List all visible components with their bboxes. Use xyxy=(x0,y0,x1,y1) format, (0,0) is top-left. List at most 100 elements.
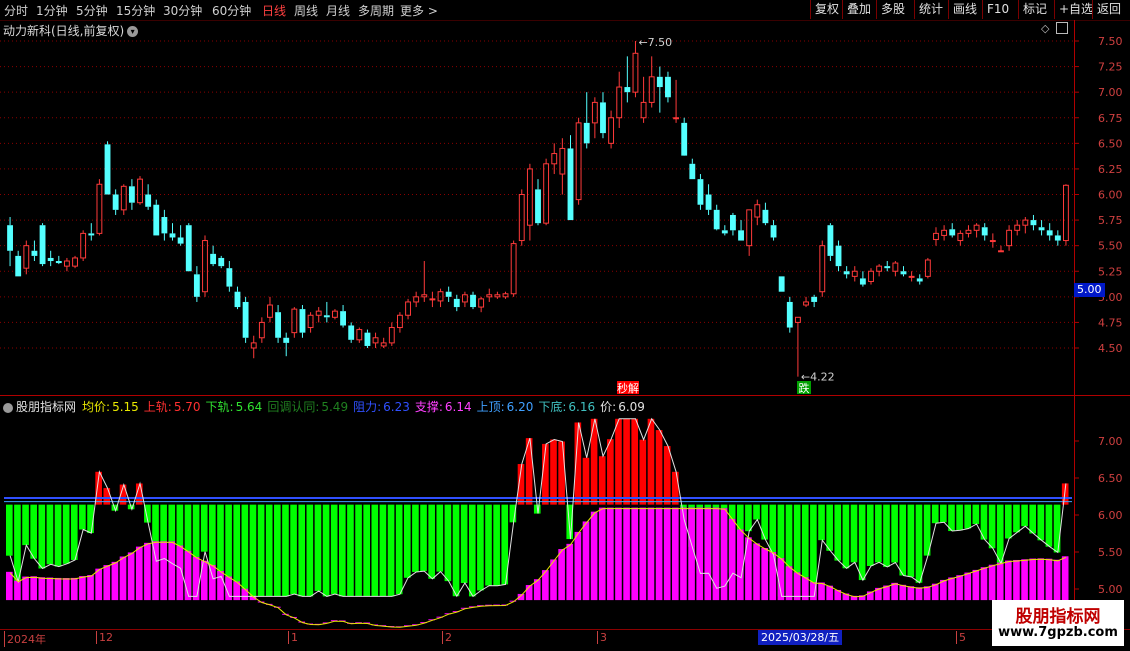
candle[interactable] xyxy=(63,257,70,272)
candle[interactable] xyxy=(267,296,273,323)
add-watchlist-button[interactable]: +自选 xyxy=(1054,0,1097,19)
candle[interactable] xyxy=(47,250,54,267)
timeframe-tab-2[interactable]: 5分钟 xyxy=(76,2,108,19)
candle[interactable] xyxy=(567,135,574,221)
candle[interactable] xyxy=(551,143,558,175)
candle[interactable] xyxy=(112,189,119,215)
candle[interactable] xyxy=(559,138,566,195)
candle[interactable] xyxy=(957,230,964,246)
candle[interactable] xyxy=(429,291,436,308)
candle[interactable] xyxy=(933,227,939,246)
candle[interactable] xyxy=(453,294,460,312)
candle[interactable] xyxy=(234,286,241,310)
candle[interactable] xyxy=(876,264,883,277)
candle[interactable] xyxy=(153,199,160,236)
candle[interactable] xyxy=(128,179,135,210)
candle[interactable] xyxy=(104,141,111,195)
restore-rights-button[interactable]: 复权 xyxy=(810,0,843,19)
candle[interactable] xyxy=(900,266,907,277)
candle[interactable] xyxy=(608,110,615,149)
candle[interactable] xyxy=(421,261,428,302)
candle[interactable] xyxy=(640,76,647,123)
candle[interactable] xyxy=(632,41,639,98)
candle[interactable] xyxy=(210,245,217,267)
timeframe-tab-6[interactable]: 日线 xyxy=(262,2,286,19)
candle[interactable] xyxy=(705,184,712,215)
candle[interactable] xyxy=(843,266,850,279)
candle[interactable] xyxy=(372,332,379,348)
candle[interactable] xyxy=(697,174,704,210)
candle[interactable] xyxy=(1054,230,1061,246)
diamond-icon[interactable]: ◇ xyxy=(1041,22,1049,35)
candle[interactable] xyxy=(1063,184,1069,246)
draw-line-button[interactable]: 画线 xyxy=(948,0,981,19)
candle[interactable] xyxy=(989,233,996,248)
candle[interactable] xyxy=(981,223,988,241)
candle[interactable] xyxy=(356,327,363,343)
candle[interactable] xyxy=(803,296,809,308)
candle[interactable] xyxy=(39,223,46,267)
candle[interactable] xyxy=(193,266,200,302)
candle[interactable] xyxy=(892,261,899,277)
candle[interactable] xyxy=(177,225,184,246)
candle[interactable] xyxy=(908,271,915,282)
candle[interactable] xyxy=(583,92,590,149)
candle[interactable] xyxy=(502,291,509,299)
timeframe-tab-4[interactable]: 30分钟 xyxy=(163,2,202,19)
overlay-button[interactable]: 叠加 xyxy=(842,0,875,19)
candle[interactable] xyxy=(1022,217,1029,234)
candle[interactable] xyxy=(859,271,866,287)
candle[interactable] xyxy=(510,240,517,297)
candle[interactable] xyxy=(23,240,30,275)
candle[interactable] xyxy=(526,163,533,241)
candle[interactable] xyxy=(478,296,485,313)
candle[interactable] xyxy=(600,92,606,139)
mark-button[interactable]: 标记 xyxy=(1018,0,1051,19)
candle[interactable] xyxy=(461,291,468,308)
candle[interactable] xyxy=(55,255,62,265)
candle[interactable] xyxy=(437,288,444,308)
candle[interactable] xyxy=(738,220,744,241)
candle[interactable] xyxy=(299,305,306,338)
candle[interactable] xyxy=(226,261,233,292)
candle[interactable] xyxy=(1006,225,1013,251)
candle[interactable] xyxy=(185,223,192,272)
candle[interactable] xyxy=(851,266,858,282)
timeframe-tab-3[interactable]: 15分钟 xyxy=(116,2,155,19)
candle[interactable] xyxy=(713,204,720,231)
maximize-icon[interactable] xyxy=(1056,22,1068,34)
candle[interactable] xyxy=(275,305,282,343)
candle[interactable] xyxy=(689,158,696,180)
candle[interactable] xyxy=(486,288,493,302)
candle[interactable] xyxy=(88,223,95,241)
timeframe-tab-10[interactable]: 更多 > xyxy=(400,2,438,19)
candle[interactable] xyxy=(405,298,411,320)
candle[interactable] xyxy=(794,316,801,377)
candle[interactable] xyxy=(258,317,265,343)
candle[interactable] xyxy=(283,332,290,357)
candle[interactable] xyxy=(1030,214,1037,231)
candle[interactable] xyxy=(31,240,38,262)
candle[interactable] xyxy=(202,235,208,297)
candle[interactable] xyxy=(746,209,753,256)
candle[interactable] xyxy=(770,220,777,241)
candle[interactable] xyxy=(396,312,403,333)
candle[interactable] xyxy=(819,240,826,297)
candle[interactable] xyxy=(730,212,736,236)
candle[interactable] xyxy=(575,117,582,205)
candle[interactable] xyxy=(72,255,78,269)
candle[interactable] xyxy=(242,296,249,343)
candle[interactable] xyxy=(340,305,346,328)
candle[interactable] xyxy=(681,117,688,156)
candle[interactable] xyxy=(535,179,541,226)
candle[interactable] xyxy=(616,71,623,128)
candle[interactable] xyxy=(380,337,387,348)
statistics-button[interactable]: 统计 xyxy=(914,0,947,19)
timeframe-tab-8[interactable]: 月线 xyxy=(326,2,350,19)
candle[interactable] xyxy=(323,301,330,323)
candle[interactable] xyxy=(835,240,842,272)
candle[interactable] xyxy=(673,79,680,123)
f10-button[interactable]: F10 xyxy=(982,0,1013,19)
timeframe-tab-5[interactable]: 60分钟 xyxy=(212,2,251,19)
candle[interactable] xyxy=(973,223,980,238)
